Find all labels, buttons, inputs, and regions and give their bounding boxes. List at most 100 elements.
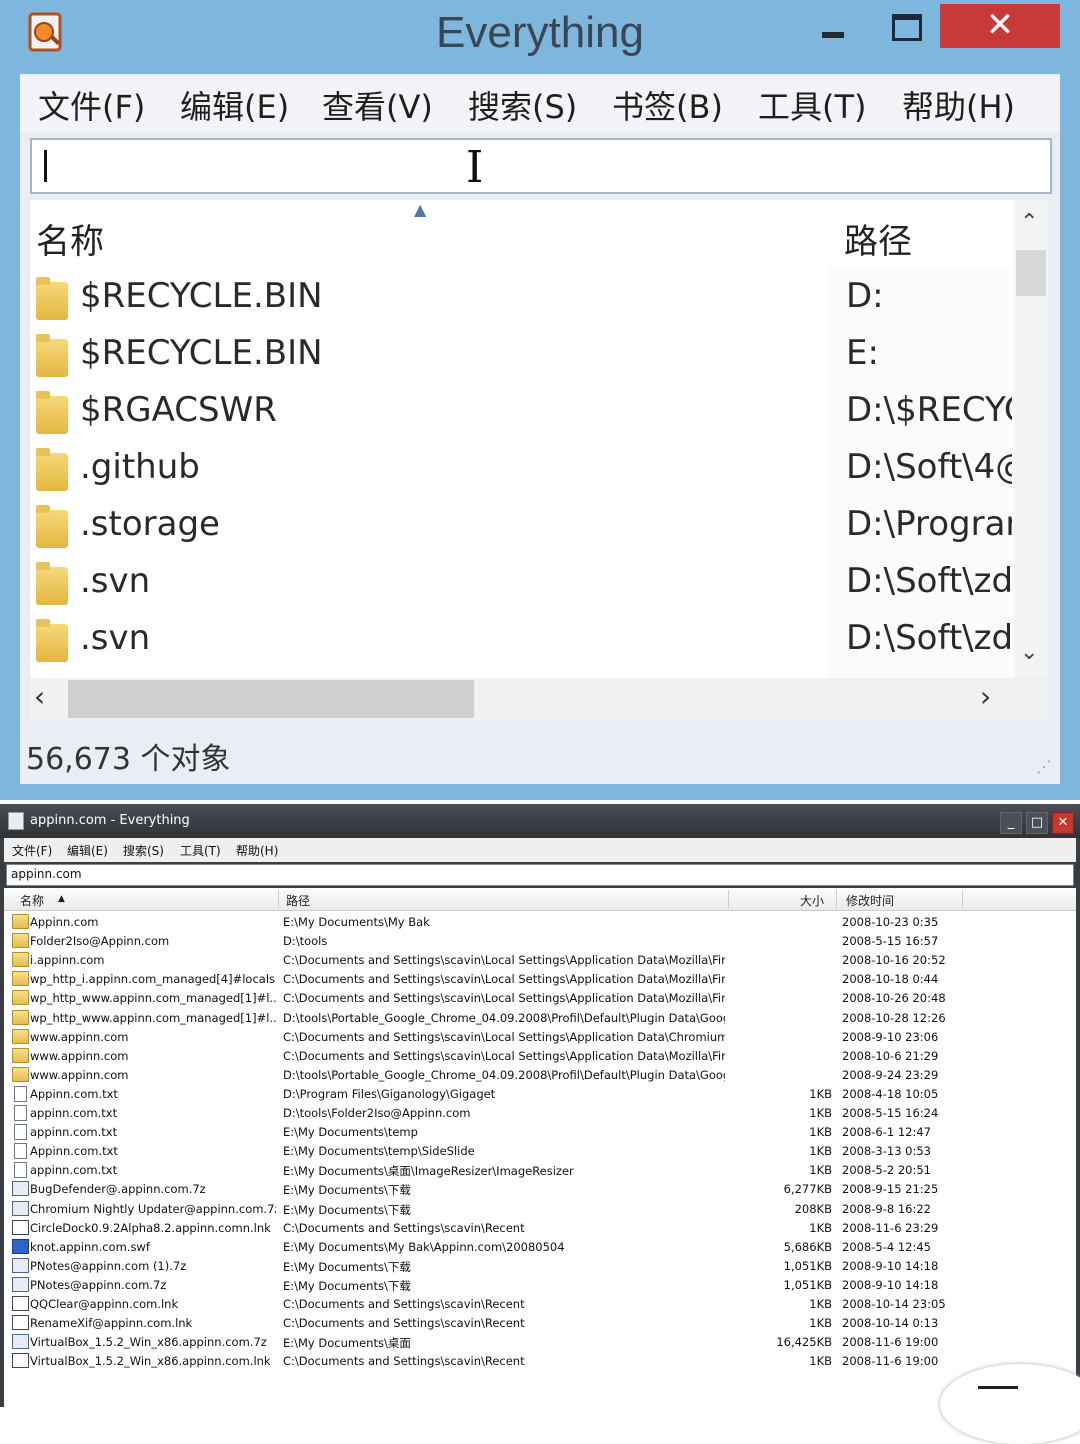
sort-ascending-icon: ▲ bbox=[414, 200, 427, 219]
table-row[interactable]: Chromium Nightly Updater@appinn.com.7z E:… bbox=[4, 1199, 1076, 1218]
table-row[interactable]: www.appinn.com C:\Documents and Settings\… bbox=[4, 1046, 1076, 1065]
item-path: D:\Soft\zd_ bbox=[846, 618, 1012, 658]
column-header-name[interactable]: 名称 bbox=[36, 214, 104, 263]
menu-edit[interactable]: 编辑(E) bbox=[180, 82, 289, 128]
list-item[interactable]: .storage D:\Prograr bbox=[30, 498, 1012, 554]
archive-file-icon bbox=[12, 1181, 29, 1197]
cell-path: D:\Program Files\Giganology\Gigaget bbox=[283, 1086, 496, 1101]
shortcut-file-icon bbox=[12, 1353, 29, 1369]
folder-icon bbox=[36, 619, 68, 662]
table-row[interactable]: wp_http_www.appinn.com_managed[1]#l... C:… bbox=[4, 988, 1076, 1007]
menu-file[interactable]: 文件(F) bbox=[12, 842, 52, 859]
cell-path: C:\Documents and Settings\scavin\Local S… bbox=[283, 972, 725, 987]
search-input[interactable]: I bbox=[30, 138, 1052, 194]
column-header-name[interactable]: 名称 bbox=[20, 892, 44, 909]
menu-search[interactable]: 搜索(S) bbox=[468, 82, 577, 128]
cell-path: C:\Documents and Settings\scavin\Local S… bbox=[283, 1048, 725, 1063]
vertical-scroll-thumb[interactable] bbox=[1016, 250, 1046, 296]
table-row[interactable]: www.appinn.com D:\tools\Portable_Google_C… bbox=[4, 1065, 1076, 1084]
cell-name: Appinn.com.txt bbox=[30, 1144, 118, 1159]
column-header-path[interactable]: 路径 bbox=[844, 214, 912, 263]
table-row[interactable]: VirtualBox_1.5.2_Win_x86.appinn.com.7z E:… bbox=[4, 1332, 1076, 1351]
cell-path: E:\My Documents\temp\SideSlide bbox=[283, 1144, 475, 1159]
table-row[interactable]: Appinn.com E:\My Documents\My Bak 2008-10-… bbox=[4, 912, 1076, 931]
chevron-down-icon[interactable]: ⌄ bbox=[1020, 640, 1038, 665]
table-row[interactable]: PNotes@appinn.com (1).7z E:\My Documents\… bbox=[4, 1256, 1076, 1275]
list-item[interactable]: $RGACSWR D:\$RECYC bbox=[30, 384, 1012, 440]
table-row[interactable]: QQClear@appinn.com.lnk C:\Documents and S… bbox=[4, 1294, 1076, 1313]
close-button[interactable]: ✕ bbox=[1052, 812, 1074, 834]
item-path: E: bbox=[846, 333, 879, 373]
table-row[interactable]: Appinn.com.txt E:\My Documents\temp\SideS… bbox=[4, 1141, 1076, 1160]
minimize-button[interactable] bbox=[808, 10, 856, 50]
item-path: D:\Soft\4@ bbox=[846, 447, 1012, 487]
table-row[interactable]: appinn.com.txt E:\My Documents\temp 1KB 200… bbox=[4, 1122, 1076, 1141]
table-row[interactable]: BugDefender@.appinn.com.7z E:\My Document… bbox=[4, 1179, 1076, 1198]
list-item[interactable]: .svn D:\Soft\zd_ bbox=[30, 555, 1012, 611]
item-name: $RECYCLE.BIN bbox=[80, 333, 323, 373]
menu-help[interactable]: 帮助(H) bbox=[902, 82, 1015, 128]
cell-path: C:\Documents and Settings\scavin\Local S… bbox=[283, 953, 725, 968]
cell-size: 5,686KB bbox=[783, 1239, 832, 1254]
cell-path: E:\My Documents\下载 bbox=[283, 1202, 411, 1217]
column-header-modified[interactable]: 修改时间 bbox=[846, 892, 894, 909]
folder-icon bbox=[12, 914, 29, 929]
column-header-path[interactable]: 路径 bbox=[286, 892, 310, 909]
cell-size: 1KB bbox=[809, 1144, 832, 1159]
overlay-badge bbox=[940, 1364, 1080, 1444]
table-row[interactable]: knot.appinn.com.swf E:\My Documents\My Ba… bbox=[4, 1237, 1076, 1256]
maximize-button[interactable]: □ bbox=[1026, 812, 1048, 834]
horizontal-scroll-thumb[interactable] bbox=[68, 680, 474, 718]
cell-modified: 2008-10-14 0:13 bbox=[842, 1316, 939, 1331]
list-item[interactable]: $RECYCLE.BIN E: bbox=[30, 327, 1010, 383]
menu-search[interactable]: 搜索(S) bbox=[123, 842, 164, 859]
flash-file-icon bbox=[12, 1238, 29, 1254]
minimize-button[interactable]: _ bbox=[1000, 812, 1022, 834]
table-row[interactable]: RenameXif@appinn.com.lnk C:\Documents and… bbox=[4, 1313, 1076, 1332]
column-header-size[interactable]: 大小 bbox=[800, 892, 824, 909]
list-item[interactable]: .svn D:\Soft\zd_ bbox=[30, 612, 1012, 668]
maximize-button[interactable] bbox=[880, 8, 932, 48]
window-title: appinn.com - Everything bbox=[30, 813, 190, 828]
menu-file[interactable]: 文件(F) bbox=[38, 82, 145, 128]
resize-grip-icon[interactable]: ⋰ bbox=[1036, 757, 1052, 776]
text-file-icon bbox=[14, 1162, 27, 1179]
table-row[interactable]: i.appinn.com C:\Documents and Settings\sc… bbox=[4, 950, 1076, 969]
table-row[interactable]: appinn.com.txt D:\tools\Folder2Iso@Appinn… bbox=[4, 1103, 1076, 1122]
table-row[interactable]: wp_http_www.appinn.com_managed[1]#l... D:… bbox=[4, 1008, 1076, 1027]
shortcut-file-icon bbox=[12, 1315, 29, 1331]
search-input[interactable]: appinn.com bbox=[6, 864, 1074, 886]
cell-name: Chromium Nightly Updater@appinn.com.7z bbox=[30, 1201, 276, 1216]
cell-name: wp_http_www.appinn.com_managed[1]#l... bbox=[30, 991, 276, 1006]
cell-name: www.appinn.com bbox=[30, 1029, 129, 1044]
cell-path: C:\Documents and Settings\scavin\Recent bbox=[283, 1354, 525, 1369]
table-row[interactable]: Folder2Iso@Appinn.com D:\tools 2008-5-15 1… bbox=[4, 931, 1076, 950]
chevron-up-icon[interactable]: ⌃ bbox=[1020, 210, 1038, 235]
table-row[interactable]: CircleDock0.9.2Alpha8.2.appinn.comn.lnk C… bbox=[4, 1218, 1076, 1237]
cell-modified: 2008-10-14 23:05 bbox=[842, 1297, 946, 1311]
item-name: $RGACSWR bbox=[80, 390, 277, 430]
menu-tools[interactable]: 工具(T) bbox=[180, 842, 221, 859]
cell-size: 6,277KB bbox=[783, 1182, 832, 1197]
cell-modified: 2008-10-28 12:26 bbox=[842, 1010, 946, 1025]
menu-bookmarks[interactable]: 书签(B) bbox=[612, 82, 723, 128]
chevron-right-icon[interactable]: › bbox=[980, 680, 991, 713]
table-row[interactable]: appinn.com.txt E:\My Documents\桌面\ImageRe… bbox=[4, 1160, 1076, 1179]
list-item[interactable]: .github D:\Soft\4@ bbox=[30, 441, 1012, 497]
close-button[interactable]: ✕ bbox=[940, 4, 1060, 48]
horizontal-scrollbar[interactable]: ‹ › bbox=[30, 678, 1048, 720]
chevron-left-icon[interactable]: ‹ bbox=[34, 680, 45, 713]
list-item[interactable]: $RECYCLE.BIN D: bbox=[30, 270, 1010, 326]
table-row[interactable]: www.appinn.com C:\Documents and Settings\… bbox=[4, 1027, 1076, 1046]
table-row[interactable]: VirtualBox_1.5.2_Win_x86.appinn.com.lnk C… bbox=[4, 1351, 1076, 1370]
table-row[interactable]: PNotes@appinn.com.7z E:\My Documents\下载 1,… bbox=[4, 1275, 1076, 1294]
cell-size: 208KB bbox=[794, 1201, 832, 1216]
menu-tools[interactable]: 工具(T) bbox=[758, 82, 867, 128]
vertical-scrollbar[interactable]: ⌃ ⌄ bbox=[1014, 200, 1048, 678]
menu-edit[interactable]: 编辑(E) bbox=[67, 842, 108, 859]
cell-path: E:\My Documents\下载 bbox=[283, 1183, 411, 1198]
menu-view[interactable]: 查看(V) bbox=[322, 82, 433, 128]
menu-help[interactable]: 帮助(H) bbox=[236, 842, 278, 859]
table-row[interactable]: wp_http_i.appinn.com_managed[4]#locals..… bbox=[4, 969, 1076, 988]
table-row[interactable]: Appinn.com.txt D:\Program Files\Giganolog… bbox=[4, 1084, 1076, 1103]
